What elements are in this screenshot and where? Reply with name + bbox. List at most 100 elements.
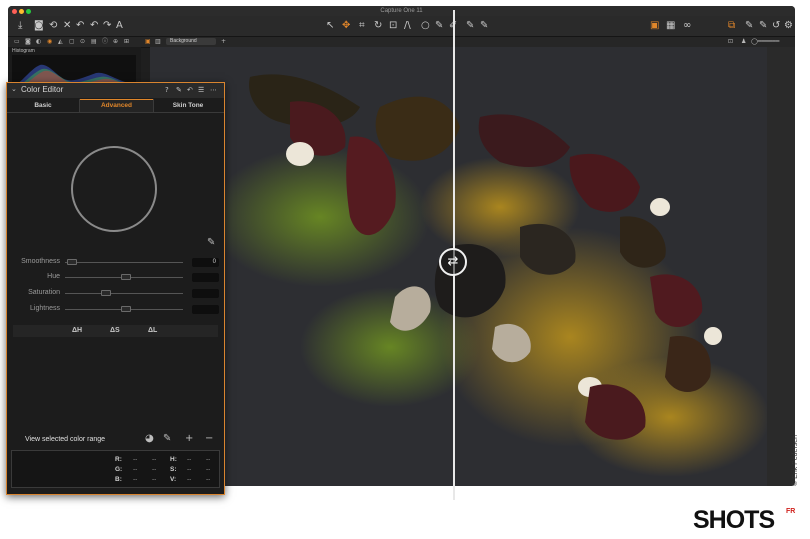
redo-icon[interactable]: ↷ — [103, 20, 111, 32]
lens-tab-icon[interactable]: ◐ — [36, 37, 41, 47]
mask-tool-icon[interactable]: ○ — [421, 20, 430, 32]
rotate-tool-icon[interactable]: ↻ — [374, 20, 382, 32]
window-title: Capture One 11 — [380, 8, 423, 14]
user-icon[interactable]: ♟ — [741, 37, 746, 47]
detail-tab-icon[interactable]: ▢ — [69, 37, 75, 47]
reset-icon[interactable]: ↶ — [187, 86, 193, 94]
color-wheel[interactable] — [71, 146, 157, 232]
apply-all-icon[interactable]: ✎ — [759, 20, 767, 32]
loupe-icon[interactable]: ⊡ — [728, 37, 733, 47]
tab-basic[interactable]: Basic — [7, 99, 79, 112]
histogram-title: Histogram — [12, 48, 35, 54]
apply-adjustments-icon[interactable]: ✎ — [745, 20, 753, 32]
single-view-icon[interactable]: ▣ — [145, 37, 151, 47]
copy-adjustments-icon[interactable]: ⧉ — [728, 20, 735, 32]
view-icon[interactable]: ▣ — [650, 20, 659, 32]
copy-icon[interactable]: ✎ — [176, 86, 182, 94]
metadata-tab-icon[interactable]: ⓘ — [102, 37, 108, 47]
readout-r-label: R: — [115, 456, 122, 463]
tab-advanced[interactable]: Advanced — [79, 99, 154, 112]
minimize-window-button[interactable] — [19, 9, 24, 14]
undo-icon[interactable]: ↶ — [76, 20, 84, 32]
remove-color-range-icon[interactable]: − — [205, 433, 213, 444]
color-editor-panel: ⌄ Color Editor ? ✎ ↶ ☰ ⋯ Basic Advanced … — [6, 82, 225, 495]
saturation-value[interactable] — [192, 289, 219, 298]
presets-icon[interactable]: ☰ — [198, 86, 204, 94]
eyedropper-icon[interactable]: ✎ — [207, 237, 215, 248]
smoothness-label: Smoothness — [21, 258, 60, 265]
rotate-icon[interactable]: ⟲ — [49, 20, 57, 32]
import-icon[interactable]: ⤓ — [18, 20, 22, 32]
camera-icon[interactable]: ◙ — [34, 20, 44, 32]
reset-icon[interactable]: ↺ — [772, 20, 780, 32]
color-tab-icon[interactable]: ◉ — [47, 37, 52, 47]
zoom-window-button[interactable] — [26, 9, 31, 14]
readout-h-value-2: -- — [206, 456, 211, 463]
compare-handle-icon[interactable]: ⇄ — [439, 248, 467, 276]
delete-icon[interactable]: ✕ — [63, 20, 71, 32]
color-readout: R: -- -- G: -- -- B: -- -- H: -- -- S: -… — [11, 450, 220, 488]
tab-skin-tone[interactable]: Skin Tone — [152, 99, 224, 112]
readout-g-value-2: -- — [152, 466, 157, 473]
smoothness-slider[interactable] — [65, 262, 183, 263]
lightness-value[interactable] — [192, 305, 219, 314]
readout-v-value-1: -- — [187, 476, 192, 483]
keystone-tool-icon[interactable]: ⊡ — [389, 20, 397, 32]
pick-color-icon[interactable]: ✎ — [163, 433, 171, 444]
color-picker-tool-icon[interactable]: ✥ — [342, 20, 350, 32]
background-select[interactable]: Background — [166, 38, 216, 45]
undo-all-icon[interactable]: ↶ — [90, 20, 98, 32]
brand-logo: SHOTS — [693, 506, 775, 534]
photo-credit: © Erik Pedersen — [792, 434, 799, 486]
output-tab-icon[interactable]: ⊕ — [113, 37, 118, 47]
more-icon[interactable]: ⋯ — [210, 86, 217, 94]
grid-icon[interactable]: ▦ — [666, 20, 675, 32]
apply-tool-icon[interactable]: ✎ — [480, 20, 488, 32]
smoothness-value[interactable]: 0 — [192, 258, 219, 267]
readout-b-value-2: -- — [152, 476, 157, 483]
add-icon[interactable]: + — [221, 37, 226, 47]
saturation-slider[interactable] — [65, 293, 183, 294]
color-wheel-icon[interactable]: ◕ — [145, 433, 154, 444]
smoothness-slider-knob[interactable] — [67, 259, 77, 265]
camera-tab-icon[interactable]: ◙ — [25, 37, 31, 47]
color-editor-title: Color Editor — [21, 85, 64, 94]
text-icon[interactable]: A — [116, 20, 123, 32]
readout-h-value-1: -- — [187, 456, 192, 463]
close-window-button[interactable] — [12, 9, 17, 14]
hue-label: Hue — [47, 273, 60, 280]
glasses-icon[interactable]: ∞ — [683, 20, 691, 32]
local-tab-icon[interactable]: ⊙ — [80, 37, 85, 47]
exposure-tab-icon[interactable]: ◭ — [58, 37, 63, 47]
color-editor-header: ⌄ Color Editor ? ✎ ↶ ☰ ⋯ — [7, 83, 224, 98]
readout-s-value-1: -- — [187, 466, 192, 473]
hue-slider-knob[interactable] — [121, 274, 131, 280]
lightness-label: Lightness — [30, 305, 60, 312]
readout-b-label: B: — [115, 476, 122, 483]
delta-lightness: ΔL — [148, 327, 158, 334]
readout-v-label: V: — [170, 476, 177, 483]
add-color-range-icon[interactable]: + — [185, 433, 193, 444]
crop-tool-icon[interactable]: ⌗ — [359, 20, 365, 32]
copy-tool-icon[interactable]: ✎ — [466, 20, 474, 32]
brush-tool-icon[interactable]: ✎ — [435, 20, 443, 32]
help-icon[interactable]: ? — [165, 86, 169, 94]
view-selected-color-range-label: View selected color range — [25, 436, 106, 443]
chevron-down-icon[interactable]: ⌄ — [11, 85, 17, 93]
settings-icon[interactable]: ⚙ — [784, 20, 793, 32]
lightness-slider-knob[interactable] — [121, 306, 131, 312]
readout-g-value-1: -- — [133, 466, 138, 473]
hue-value[interactable] — [192, 273, 219, 282]
title-bar: Capture One 11 — [8, 6, 795, 16]
multi-view-icon[interactable]: ▥ — [155, 37, 161, 47]
delta-values-bar: ΔH ΔS ΔL — [13, 325, 218, 337]
spot-tool-icon[interactable]: /\ — [404, 20, 411, 32]
adjustments-tab-icon[interactable]: ▤ — [91, 37, 97, 47]
cursor-tool-icon[interactable]: ↖ — [326, 20, 334, 32]
folder-icon[interactable]: ▭ — [14, 37, 20, 47]
color-editor-tabs: Basic Advanced Skin Tone — [7, 99, 224, 113]
zoom-slider[interactable]: ◯━━━━━━ — [751, 37, 791, 47]
delta-saturation: ΔS — [110, 327, 120, 334]
batch-tab-icon[interactable]: ⊞ — [124, 37, 129, 47]
saturation-slider-knob[interactable] — [101, 290, 111, 296]
